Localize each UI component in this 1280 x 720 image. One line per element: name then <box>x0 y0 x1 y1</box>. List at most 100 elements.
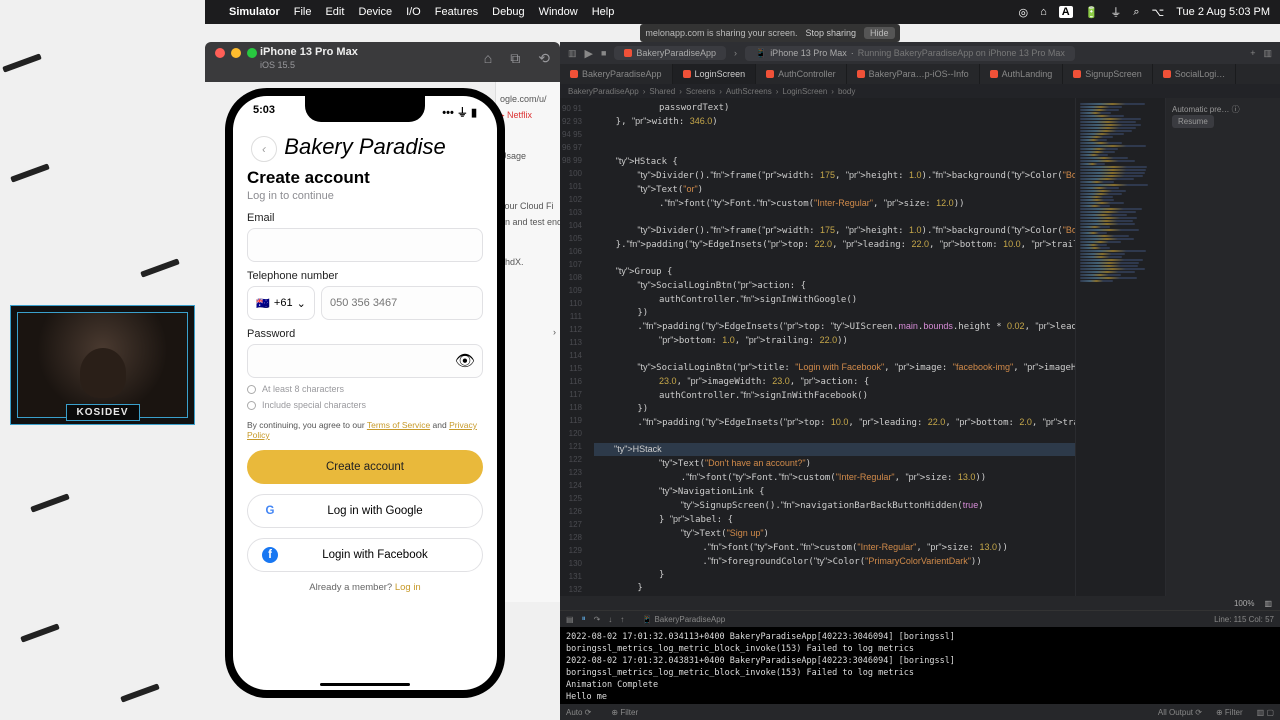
cursor-position: Line: 115 Col: 57 <box>1214 615 1274 624</box>
editor-tab[interactable]: BakeryPara…p-iOS--Info <box>847 64 980 84</box>
pause-icon[interactable]: ⏸ <box>582 614 586 624</box>
zoom-icon[interactable] <box>247 48 257 58</box>
google-login-button[interactable]: G Log in with Google <box>247 494 483 528</box>
code-editor[interactable]: passwordText) }, "pr">width: 346.0) "ty"… <box>586 98 1075 596</box>
webcam-label: KOSIDEV <box>65 404 139 421</box>
resume-button[interactable]: Resume <box>1172 115 1214 128</box>
phone-time: 5:03 <box>253 104 275 120</box>
menu-io[interactable]: I/O <box>406 6 421 18</box>
console-output[interactable]: 2022-08-02 17:01:32.034113+0400 BakeryPa… <box>560 627 1280 704</box>
menubar-clock[interactable]: Tue 2 Aug 5:03 PM <box>1176 6 1270 18</box>
already-member-text: Already a member? Log in <box>247 582 483 593</box>
editor-tab[interactable]: BakeryParadiseApp <box>560 64 673 84</box>
editor-tab[interactable]: SignupScreen <box>1063 64 1153 84</box>
macos-menubar: Simulator File Edit Device I/O Features … <box>205 0 1280 24</box>
editor-tab[interactable]: AuthLanding <box>980 64 1064 84</box>
close-icon[interactable] <box>215 48 225 58</box>
netflix-bookmark[interactable]: ▸ Netflix <box>500 110 556 121</box>
home-indicator[interactable] <box>320 683 410 686</box>
panels-icon[interactable]: ▥ <box>1263 48 1272 59</box>
google-icon: G <box>262 503 278 519</box>
add-tab-icon[interactable]: + <box>1250 48 1255 58</box>
facebook-login-button[interactable]: f Login with Facebook <box>247 538 483 572</box>
menubar-app[interactable]: Simulator <box>229 6 280 18</box>
control-center-icon[interactable]: ⌥ <box>1152 6 1165 19</box>
home-icon[interactable]: ⌂ <box>484 50 492 67</box>
password-label: Password <box>247 328 483 340</box>
stop-sharing-button[interactable]: Stop sharing <box>806 28 857 38</box>
tos-link[interactable]: Terms of Service <box>367 420 430 430</box>
menu-help[interactable]: Help <box>592 6 615 18</box>
flag-icon: 🇦🇺 <box>256 297 270 310</box>
telephone-input[interactable] <box>321 286 483 320</box>
battery-icon: 🔋 <box>1085 6 1099 19</box>
simulator-ios-version: iOS 15.5 <box>260 60 295 70</box>
console-layout-icon[interactable]: ▥ ▢ <box>1257 708 1274 717</box>
console-toggle-icon[interactable]: ▤ <box>566 615 574 624</box>
line-gutter: 90 91 92 93 94 95 96 97 98 99 100 101 10… <box>560 98 586 596</box>
create-account-button[interactable]: Create account <box>247 450 483 484</box>
editor-tabs: BakeryParadiseAppLoginScreenAuthControll… <box>560 64 1280 84</box>
zoom-level[interactable]: 100% <box>1234 599 1254 608</box>
auto-button[interactable]: Auto ⟳ <box>566 708 591 717</box>
screen-share-banner: melonapp.com is sharing your screen. Sto… <box>640 24 900 42</box>
menu-features[interactable]: Features <box>435 6 478 18</box>
phone-status-icons: ••• ⏚ ▮ <box>442 104 477 120</box>
filter-input[interactable]: Filter <box>1225 708 1243 717</box>
panels-icon[interactable]: ▥ <box>1264 599 1272 608</box>
scheme-selector[interactable]: BakeryParadiseApp <box>614 46 726 60</box>
page-title: Create account <box>247 168 483 188</box>
step-icon[interactable]: ↷ <box>594 615 601 624</box>
password-input[interactable] <box>247 344 483 378</box>
simulator-device-name: iPhone 13 Pro Max <box>260 46 358 58</box>
debug-console: ▤ ⏸ ↷ ↓ ↑ 📱 BakeryParadiseApp Line: 115 … <box>560 610 1280 720</box>
preview-mode-label[interactable]: Automatic pre… <box>1172 105 1229 114</box>
minimize-icon[interactable] <box>231 48 241 58</box>
hide-banner-button[interactable]: Hide <box>864 27 895 39</box>
menu-edit[interactable]: Edit <box>325 6 344 18</box>
menu-debug[interactable]: Debug <box>492 6 524 18</box>
editor-tab[interactable]: SocialLogi… <box>1153 64 1237 84</box>
search-icon[interactable]: ⌕ <box>1133 6 1139 19</box>
run-button[interactable]: ▶ <box>585 47 593 60</box>
password-rule: At least 8 characters <box>247 384 483 394</box>
editor-breadcrumb[interactable]: BakeryParadiseApp › Shared › Screens › A… <box>560 84 1280 98</box>
iphone-simulator: 5:03 ••• ⏚ ▮ ‹ Bakery Paradise Create ac… <box>225 88 505 698</box>
menu-device[interactable]: Device <box>358 6 392 18</box>
password-rule: Include special characters <box>247 400 483 410</box>
filter-input[interactable]: Filter <box>620 708 638 717</box>
menu-file[interactable]: File <box>294 6 312 18</box>
status-icon: ◎ <box>1018 6 1028 19</box>
stop-button[interactable]: ■ <box>601 48 606 58</box>
email-input[interactable] <box>247 228 483 262</box>
country-code-select[interactable]: 🇦🇺 +61 ⌄ <box>247 286 315 320</box>
step-icon[interactable]: ↓ <box>608 615 612 624</box>
step-icon[interactable]: ↑ <box>620 615 624 624</box>
chevron-down-icon: ⌄ <box>297 297 306 310</box>
editor-tab[interactable]: LoginScreen <box>673 64 757 84</box>
facebook-icon: f <box>262 547 278 563</box>
back-button[interactable]: ‹ <box>251 136 277 162</box>
status-icon: A <box>1059 6 1073 18</box>
minimap[interactable] <box>1075 98 1165 596</box>
app-brand: Bakery Paradise <box>284 134 445 159</box>
rotate-icon[interactable]: ⟲ <box>538 50 550 67</box>
page-subtitle: Log in to continue <box>247 190 483 202</box>
all-output-select[interactable]: All Output ⟳ <box>1158 708 1202 717</box>
xcode-window: ▥ ▶ ■ BakeryParadiseApp › 📱 iPhone 13 Pr… <box>560 42 1280 720</box>
eye-icon[interactable]: 👁 <box>455 351 475 371</box>
editor-tab[interactable]: AuthController <box>756 64 847 84</box>
share-msg: melonapp.com is sharing your screen. <box>645 28 797 38</box>
screenshot-icon[interactable]: ⧉ <box>510 50 520 67</box>
sidebar-toggle-icon[interactable]: ▥ <box>568 48 577 59</box>
telephone-label: Telephone number <box>247 270 483 282</box>
chevron-right-icon: › <box>734 48 737 58</box>
menu-window[interactable]: Window <box>539 6 578 18</box>
status-icon: ⌂ <box>1040 6 1047 18</box>
login-link[interactable]: Log in <box>395 582 421 593</box>
device-selector[interactable]: 📱 iPhone 13 Pro Max · Running BakeryPara… <box>745 46 1075 61</box>
simulator-window-titlebar: iPhone 13 Pro Max iOS 15.5 ⌂ ⧉ ⟲ <box>205 42 560 82</box>
wifi-icon: ⏚ <box>1110 4 1121 20</box>
notch <box>305 96 425 122</box>
terms-text: By continuing, you agree to our Terms of… <box>247 420 483 440</box>
